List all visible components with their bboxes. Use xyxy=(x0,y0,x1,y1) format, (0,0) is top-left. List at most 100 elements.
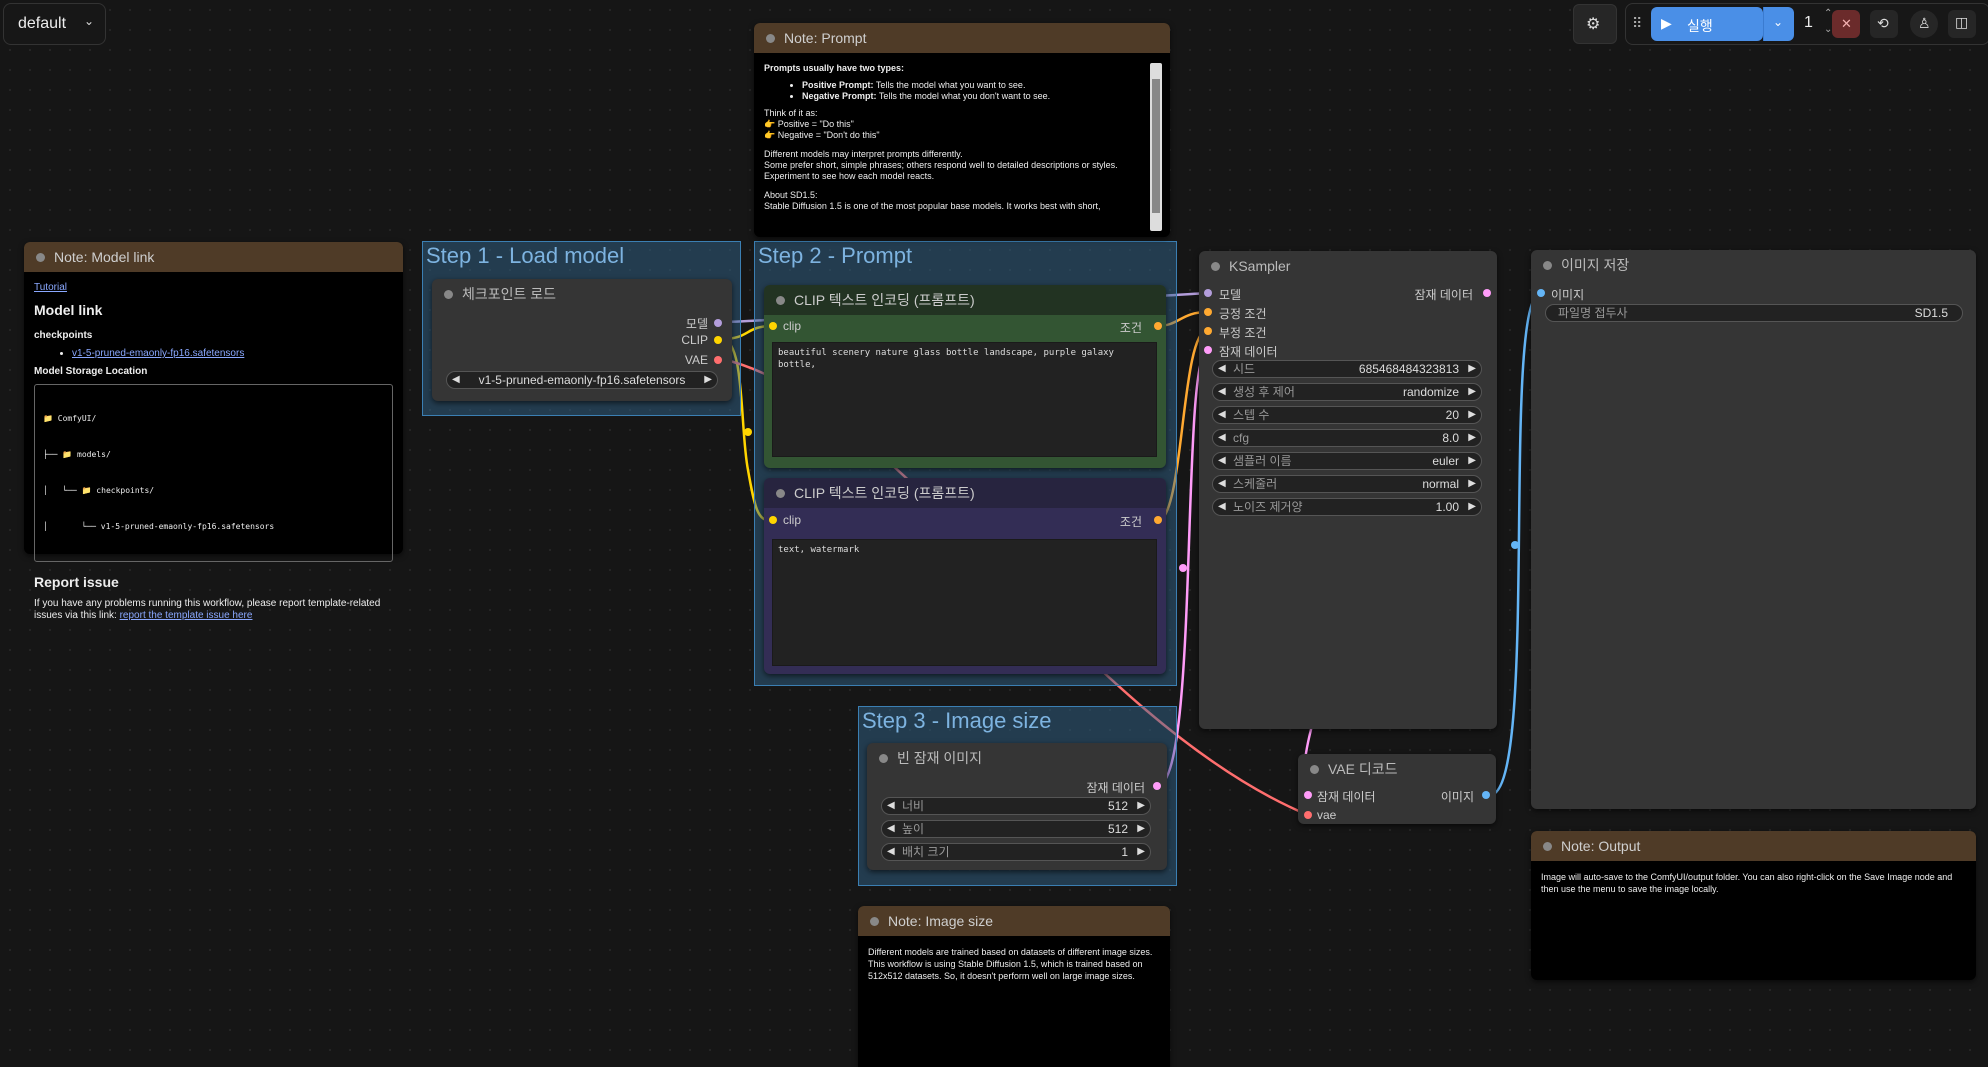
arrow-left-icon[interactable]: ◀ xyxy=(1218,361,1226,377)
collapse-dot[interactable] xyxy=(776,489,785,498)
scroll-thumb[interactable] xyxy=(1152,79,1160,213)
run-mode-dropdown[interactable]: ⌄ xyxy=(1763,7,1794,41)
output-latent-slot[interactable] xyxy=(1153,782,1161,790)
node-header[interactable]: 이미지 저장 xyxy=(1531,250,1976,280)
node-header[interactable]: Note: Model link xyxy=(24,242,403,272)
sampler-name-widget[interactable]: ◀ 샘플러 이름 euler ▶ xyxy=(1212,452,1482,470)
node-clip-positive[interactable]: CLIP 텍스트 인코딩 (프롬프트) clip 조건 beautiful sc… xyxy=(764,285,1166,468)
arrow-right-icon[interactable]: ▶ xyxy=(1468,453,1476,469)
ckpt-name-combo[interactable]: ◀ v1-5-pruned-emaonly-fp16.safetensors ▶ xyxy=(446,371,718,389)
input-model-slot[interactable] xyxy=(1204,289,1212,297)
cfg-widget[interactable]: ◀ cfg 8.0 ▶ xyxy=(1212,429,1482,447)
tutorial-link[interactable]: Tutorial xyxy=(34,282,67,293)
output-model-slot[interactable] xyxy=(714,319,722,327)
filename-prefix-widget[interactable]: 파일명 접두사 SD1.5 xyxy=(1545,304,1963,322)
note-body[interactable]: Image will auto-save to the ComfyUI/outp… xyxy=(1531,861,1976,905)
scheduler-widget[interactable]: ◀ 스케줄러 normal ▶ xyxy=(1212,475,1482,493)
arrow-right-icon[interactable]: ▶ xyxy=(1468,407,1476,423)
height-widget[interactable]: ◀ 높이 512 ▶ xyxy=(881,820,1151,838)
arrow-left-icon[interactable]: ◀ xyxy=(887,844,895,860)
arrow-left-icon[interactable]: ◀ xyxy=(887,798,895,814)
cancel-button[interactable]: ✕ xyxy=(1832,10,1860,38)
arrow-left-icon[interactable]: ◀ xyxy=(452,372,460,388)
note-body[interactable]: Different models are trained based on da… xyxy=(858,936,1170,992)
prompt-textarea[interactable]: beautiful scenery nature glass bottle la… xyxy=(772,342,1157,457)
collapse-dot[interactable] xyxy=(1543,842,1552,851)
node-header[interactable]: 체크포인트 로드 xyxy=(432,279,732,309)
arrow-left-icon[interactable]: ◀ xyxy=(1218,499,1226,515)
input-negative-slot[interactable] xyxy=(1204,327,1212,335)
note-output[interactable]: Note: Output Image will auto-save to the… xyxy=(1531,831,1976,980)
denoise-widget[interactable]: ◀ 노이즈 제거양 1.00 ▶ xyxy=(1212,498,1482,516)
run-button[interactable]: ▶ 실행 xyxy=(1651,7,1763,41)
arrow-left-icon[interactable]: ◀ xyxy=(1218,476,1226,492)
output-latent-slot[interactable] xyxy=(1483,289,1491,297)
collapse-dot[interactable] xyxy=(444,290,453,299)
input-latent-slot[interactable] xyxy=(1204,346,1212,354)
user-button[interactable]: ♙ xyxy=(1910,10,1938,38)
control-after-generate-widget[interactable]: ◀ 생성 후 제어 randomize ▶ xyxy=(1212,383,1482,401)
panel-toggle-button[interactable]: ◫ xyxy=(1948,10,1976,38)
report-link[interactable]: report the template issue here xyxy=(120,610,253,621)
arrow-left-icon[interactable]: ◀ xyxy=(1218,430,1226,446)
steps-widget[interactable]: ◀ 스텝 수 20 ▶ xyxy=(1212,406,1482,424)
arrow-left-icon[interactable]: ◀ xyxy=(1218,384,1226,400)
node-header[interactable]: CLIP 텍스트 인코딩 (프롬프트) xyxy=(764,478,1166,508)
seed-widget[interactable]: ◀ 시드 685468484323813 ▶ xyxy=(1212,360,1482,378)
output-cond-slot[interactable] xyxy=(1154,516,1162,524)
drag-handle-icon[interactable]: ⠿ xyxy=(1632,15,1642,32)
node-checkpoint-loader[interactable]: 체크포인트 로드 모델 CLIP VAE ◀ v1-5-pruned-emaon… xyxy=(432,279,732,401)
arrow-left-icon[interactable]: ◀ xyxy=(1218,407,1226,423)
input-clip-slot[interactable] xyxy=(769,516,777,524)
node-clip-negative[interactable]: CLIP 텍스트 인코딩 (프롬프트) clip 조건 text, waterm… xyxy=(764,478,1166,674)
node-header[interactable]: Note: Output xyxy=(1531,831,1976,861)
node-header[interactable]: CLIP 텍스트 인코딩 (프롬프트) xyxy=(764,285,1166,315)
arrow-left-icon[interactable]: ◀ xyxy=(1218,453,1226,469)
output-vae-slot[interactable] xyxy=(714,356,722,364)
output-image-slot[interactable] xyxy=(1482,791,1490,799)
queue-count[interactable]: 1 xyxy=(1804,14,1813,32)
node-header[interactable]: KSampler xyxy=(1199,251,1497,281)
checkpoint-link[interactable]: v1-5-pruned-emaonly-fp16.safetensors xyxy=(72,348,244,359)
batch-size-widget[interactable]: ◀ 배치 크기 1 ▶ xyxy=(881,843,1151,861)
output-clip-slot[interactable] xyxy=(714,336,722,344)
arrow-right-icon[interactable]: ▶ xyxy=(704,372,712,388)
input-positive-slot[interactable] xyxy=(1204,308,1212,316)
input-samples-slot[interactable] xyxy=(1304,791,1312,799)
node-vae-decode[interactable]: VAE 디코드 잠재 데이터 vae 이미지 xyxy=(1298,754,1496,824)
collapse-dot[interactable] xyxy=(36,253,45,262)
output-cond-slot[interactable] xyxy=(1154,322,1162,330)
arrow-right-icon[interactable]: ▶ xyxy=(1468,361,1476,377)
collapse-dot[interactable] xyxy=(776,296,785,305)
node-header[interactable]: 빈 잠재 이미지 xyxy=(867,743,1167,773)
note-image-size[interactable]: Note: Image size Different models are tr… xyxy=(858,906,1170,1067)
node-header[interactable]: Note: Prompt xyxy=(754,23,1170,53)
node-ksampler[interactable]: KSampler 모델 긍정 조건 부정 조건 잠재 데이터 잠재 데이터 ◀ 시… xyxy=(1199,251,1497,729)
arrow-right-icon[interactable]: ▶ xyxy=(1468,384,1476,400)
arrow-right-icon[interactable]: ▶ xyxy=(1468,430,1476,446)
collapse-dot[interactable] xyxy=(1543,261,1552,270)
collapse-dot[interactable] xyxy=(879,754,888,763)
input-clip-slot[interactable] xyxy=(769,322,777,330)
node-header[interactable]: VAE 디코드 xyxy=(1298,754,1496,784)
width-widget[interactable]: ◀ 너비 512 ▶ xyxy=(881,797,1151,815)
input-vae-slot[interactable] xyxy=(1304,811,1312,819)
collapse-dot[interactable] xyxy=(1310,765,1319,774)
arrow-right-icon[interactable]: ▶ xyxy=(1468,476,1476,492)
arrow-right-icon[interactable]: ▶ xyxy=(1137,844,1145,860)
collapse-dot[interactable] xyxy=(1211,262,1220,271)
arrow-right-icon[interactable]: ▶ xyxy=(1137,821,1145,837)
history-button[interactable]: ⟲ xyxy=(1870,10,1898,38)
workspace-selector[interactable]: default ⌄ xyxy=(3,3,106,45)
arrow-right-icon[interactable]: ▶ xyxy=(1468,499,1476,515)
note-prompt[interactable]: Note: Prompt Prompts usually have two ty… xyxy=(754,23,1170,237)
arrow-left-icon[interactable]: ◀ xyxy=(887,821,895,837)
node-header[interactable]: Note: Image size xyxy=(858,906,1170,936)
arrow-right-icon[interactable]: ▶ xyxy=(1137,798,1145,814)
note-body[interactable]: Tutorial Model link checkpoints v1-5-pru… xyxy=(24,272,403,632)
note-model-link[interactable]: Note: Model link Tutorial Model link che… xyxy=(24,242,403,621)
node-save-image[interactable]: 이미지 저장 이미지 파일명 접두사 SD1.5 xyxy=(1531,250,1976,809)
note-body[interactable]: Prompts usually have two types: Positive… xyxy=(754,53,1170,237)
puzzle-button[interactable]: ⚙ xyxy=(1573,4,1617,44)
note-scrollbar[interactable] xyxy=(1150,63,1162,231)
